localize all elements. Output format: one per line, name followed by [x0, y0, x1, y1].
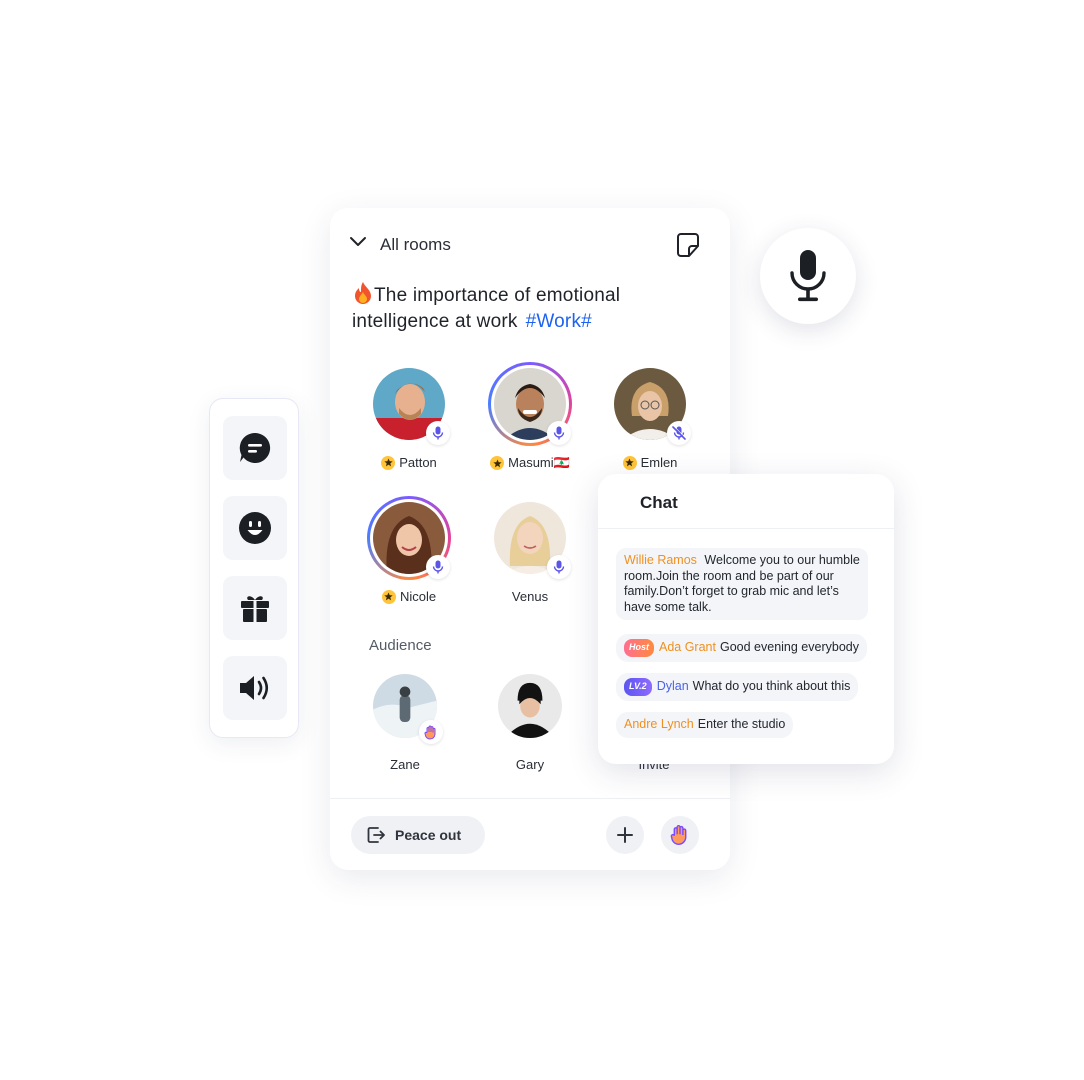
chat-message: LV.2 Dylan What do you think about this: [616, 673, 859, 701]
chat-username[interactable]: Willie Ramos: [624, 553, 697, 567]
leave-room-button[interactable]: Peace out: [351, 816, 485, 854]
chat-text: Good evening everybody: [719, 640, 859, 654]
chat-toggle-button[interactable]: [223, 416, 287, 480]
mic-on-icon: [426, 421, 450, 445]
chat-message: Willie Ramos Welcome you to our humble r…: [616, 548, 868, 620]
emoji-icon: [239, 512, 271, 544]
star-badge-icon: [622, 455, 637, 470]
speaker-name: Nicole: [399, 589, 437, 604]
chat-text: Enter the studio: [697, 717, 786, 731]
add-button[interactable]: [606, 816, 644, 854]
microphone-icon: [790, 250, 826, 302]
chat-message: Host Ada Grant Good evening everybody: [616, 634, 867, 662]
audience-name: Gary: [515, 757, 545, 772]
chat-username[interactable]: Andre Lynch: [624, 717, 694, 731]
sticky-note-icon[interactable]: [676, 232, 700, 258]
star-badge-icon: [381, 589, 396, 604]
star-badge-icon: [490, 456, 505, 470]
all-rooms-link[interactable]: All rooms: [380, 235, 451, 255]
fire-icon: [355, 282, 371, 304]
mic-on-icon: [426, 555, 450, 579]
chat-title: Chat: [640, 493, 678, 512]
chat-message: Andre Lynch Enter the studio: [616, 712, 794, 738]
mic-muted-icon: [667, 421, 691, 445]
chat-text: What do you think about this: [692, 679, 851, 693]
host-badge: Host: [624, 639, 654, 657]
speaker-tile[interactable]: Masumi🇱🇧: [480, 362, 580, 471]
audience-heading: Audience: [369, 637, 432, 654]
plus-icon: [617, 827, 633, 843]
speaker-name: Masumi🇱🇧: [508, 455, 570, 470]
chat-bubble-icon: [239, 432, 271, 463]
speaker-tile[interactable]: Venus: [480, 496, 580, 604]
room-footer: Peace out: [330, 798, 730, 870]
chat-username[interactable]: Dylan: [657, 679, 689, 693]
raise-hand-button[interactable]: [661, 816, 699, 854]
room-header: All rooms: [330, 208, 730, 280]
speaker-tile[interactable]: Nicole: [359, 496, 459, 604]
speaker-name: Emlen: [640, 455, 678, 470]
speaker-tile[interactable]: Patton: [359, 362, 459, 470]
chat-username[interactable]: Ada Grant: [659, 640, 716, 654]
gift-button[interactable]: [223, 576, 287, 640]
mic-on-icon: [547, 421, 571, 445]
speaker-name: Patton: [399, 455, 437, 470]
room-tag-link[interactable]: #Work#: [526, 311, 592, 332]
gift-icon: [241, 596, 269, 622]
exit-icon: [367, 827, 385, 843]
avatar: [498, 674, 562, 738]
audience-name: Zane: [390, 757, 420, 772]
speaker-button[interactable]: [223, 656, 287, 720]
mic-on-icon: [547, 555, 571, 579]
speaker-icon: [240, 676, 269, 700]
audience-tile[interactable]: Gary: [480, 670, 580, 772]
side-toolbar: [209, 398, 299, 738]
speaker-tile[interactable]: Emlen: [600, 362, 700, 470]
star-badge-icon: [381, 455, 396, 470]
chat-panel: Chat Willie Ramos Welcome you to our hum…: [598, 474, 894, 764]
floating-mic-button[interactable]: [760, 228, 856, 324]
raise-hand-icon: [670, 825, 687, 846]
leave-label: Peace out: [395, 827, 462, 843]
level-badge: LV.2: [624, 678, 652, 696]
room-title: The importance of emotional intelligence…: [352, 281, 692, 335]
audience-tile[interactable]: Zane: [355, 670, 455, 772]
emoji-button[interactable]: [223, 496, 287, 560]
divider: [598, 528, 894, 529]
speaker-name: Venus: [511, 589, 549, 604]
chevron-down-icon[interactable]: [349, 236, 367, 248]
raise-hand-icon: [419, 720, 443, 744]
